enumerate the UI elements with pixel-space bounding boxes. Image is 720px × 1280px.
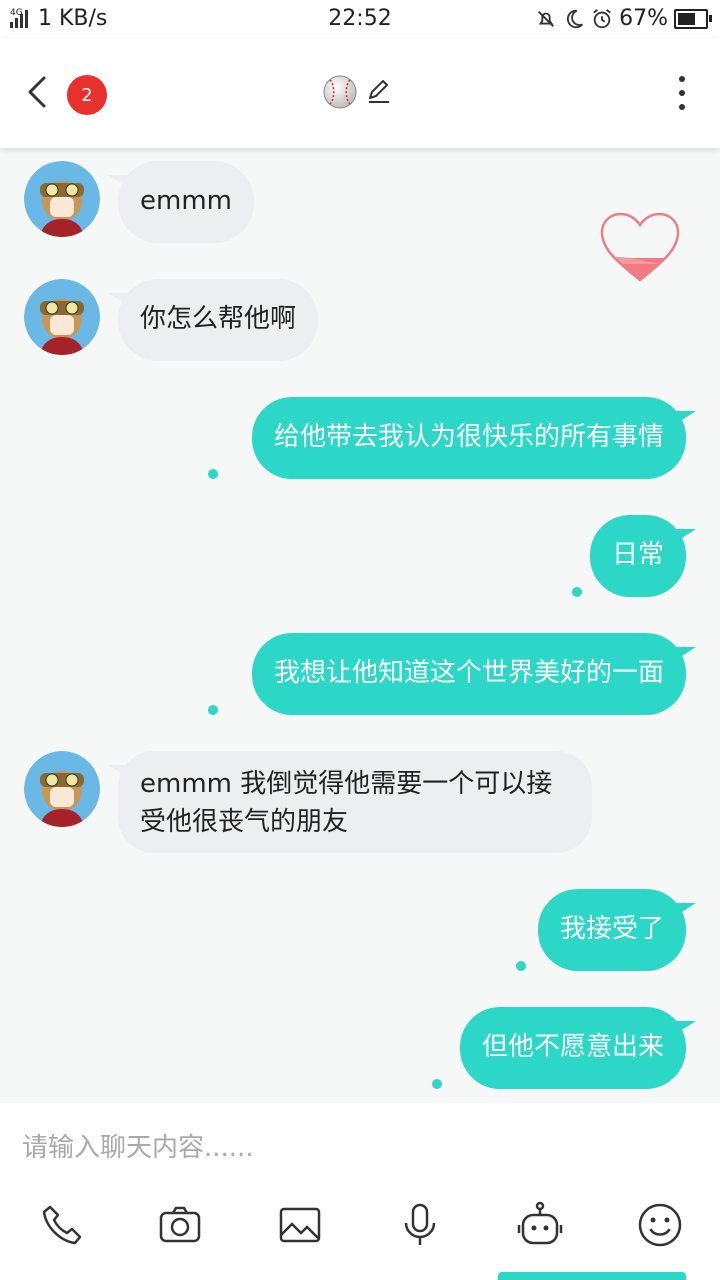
microphone-icon[interactable]: [396, 1201, 444, 1249]
battery-icon: [674, 8, 712, 29]
composer: 请输入聊天内容......: [0, 1103, 720, 1280]
chat-header: 2: [0, 38, 720, 148]
avatar-illustration: [24, 279, 100, 355]
message-bubble-incoming[interactable]: emmm: [108, 161, 254, 243]
pencil-icon[interactable]: [366, 78, 392, 104]
alarm-icon: [593, 8, 611, 28]
status-bar: 4G 1 KB/s 22:52 67%: [0, 0, 720, 38]
message-bubble-outgoing[interactable]: 日常: [589, 515, 697, 597]
robot-icon[interactable]: [516, 1201, 564, 1249]
camera-icon[interactable]: [156, 1201, 204, 1249]
status-right: 67%: [535, 6, 712, 31]
battery-fill: [678, 12, 695, 25]
message-bubble-outgoing[interactable]: 我想让他知道这个世界美好的一面: [251, 633, 697, 715]
emoji-icon[interactable]: [636, 1201, 684, 1249]
bottom-indicator: [498, 1272, 686, 1280]
phone-icon[interactable]: [38, 1201, 86, 1249]
avatar-illustration: [24, 751, 100, 827]
read-indicator-dot: [208, 469, 218, 479]
more-vertical-icon[interactable]: [678, 76, 686, 110]
mute-bell-icon: [538, 10, 555, 27]
message-input[interactable]: 请输入聊天内容......: [22, 1127, 254, 1164]
battery-percent: 67%: [619, 6, 668, 31]
read-indicator-dot: [208, 705, 218, 715]
heart-icon[interactable]: [598, 210, 682, 284]
back-arrow-icon[interactable]: [22, 74, 52, 110]
contact-avatar[interactable]: [24, 279, 100, 355]
read-indicator-dot: [516, 961, 526, 971]
message-bubble-outgoing[interactable]: 给他带去我认为很快乐的所有事情: [251, 397, 697, 479]
message-bubble-outgoing[interactable]: 我接受了: [537, 889, 697, 971]
unread-badge[interactable]: 2: [67, 75, 107, 115]
read-indicator-dot: [572, 587, 582, 597]
message-list[interactable]: emmm 你怎么帮他啊 给他带去我认为很快乐的所有事情 日常 我想让他知道这个世…: [0, 148, 720, 1103]
image-icon[interactable]: [276, 1201, 324, 1249]
message-bubble-incoming[interactable]: emmm 我倒觉得他需要一个可以接受他很丧气的朋友: [108, 751, 592, 853]
moon-icon: [567, 9, 584, 28]
message-bubble-outgoing[interactable]: 但他不愿意出来: [459, 1007, 697, 1089]
message-bubble-incoming[interactable]: 你怎么帮他啊: [107, 279, 319, 361]
read-indicator-dot: [432, 1079, 442, 1089]
avatar-illustration: [24, 161, 100, 237]
contact-avatar[interactable]: [24, 161, 100, 237]
contact-avatar[interactable]: [24, 751, 100, 827]
baseball-icon[interactable]: [322, 74, 358, 110]
composer-toolbar: [0, 1201, 720, 1263]
